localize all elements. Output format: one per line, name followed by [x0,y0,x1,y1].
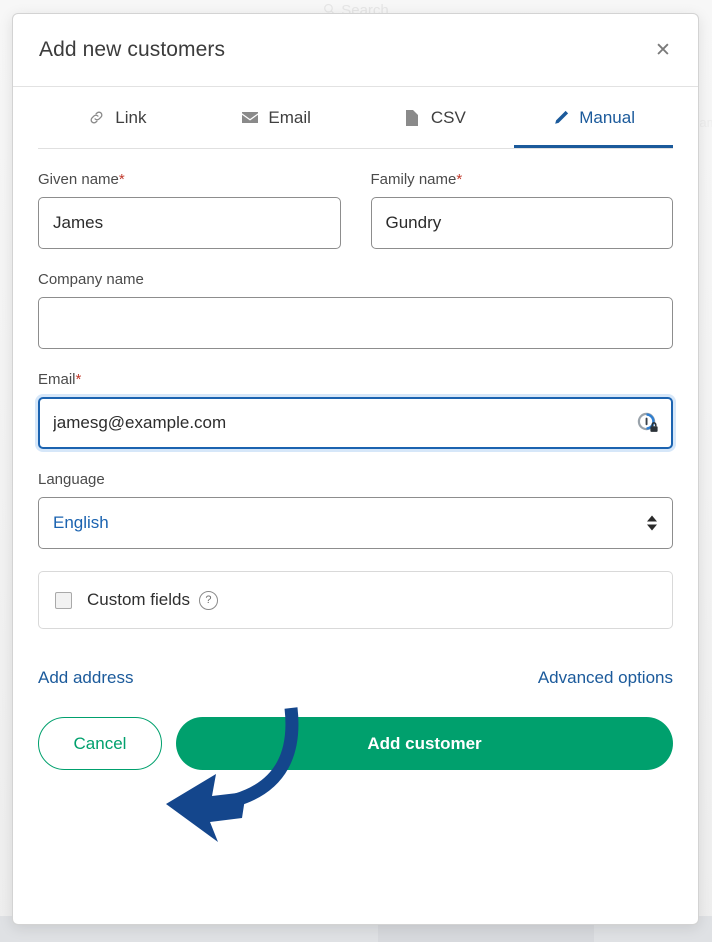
page-title: Add new customers [39,38,226,61]
custom-fields-label: Custom fields [87,590,190,609]
company-name-field-group: Company name [38,271,673,349]
family-name-field-group: Family name* [370,171,673,249]
family-name-input[interactable] [370,197,673,249]
given-name-label: Given name* [38,171,125,188]
envelope-icon [241,109,258,126]
advanced-options-link[interactable]: Advanced options [538,668,673,688]
company-name-input[interactable] [38,297,673,349]
pencil-icon [552,109,569,126]
tab-bar: Link Email CSV Manual [38,87,673,149]
modal-body: Given name* Family name* Company name Em… [13,149,698,770]
language-select[interactable]: English [38,497,673,549]
family-name-label: Family name* [370,171,463,188]
file-icon [404,109,421,126]
tab-link[interactable]: Link [38,87,197,148]
cancel-button[interactable]: Cancel [38,717,162,770]
password-manager-lock-icon[interactable] [637,412,659,434]
company-name-label: Company name [38,271,144,288]
modal-footer: Cancel Add customer [38,717,673,770]
tab-email[interactable]: Email [197,87,356,148]
add-customer-button[interactable]: Add customer [176,717,673,770]
tab-label: Email [268,107,311,127]
tab-manual[interactable]: Manual [514,87,673,148]
links-row: Add address Advanced options [38,668,673,688]
given-name-input[interactable] [38,197,341,249]
custom-fields-panel: Custom fields ? [38,571,673,629]
email-label: Email* [38,371,82,388]
required-marker: * [456,171,463,188]
required-marker: * [75,371,82,388]
tab-label: Link [115,107,147,127]
required-marker: * [118,171,125,188]
link-icon [88,109,105,126]
add-address-link[interactable]: Add address [38,668,133,688]
language-selected-value: English [53,513,109,532]
language-label: Language [38,471,105,488]
tab-label: CSV [430,107,466,127]
custom-fields-checkbox[interactable] [55,591,72,609]
email-input[interactable] [38,397,673,449]
name-row: Given name* Family name* [38,171,673,271]
given-name-field-group: Given name* [38,171,341,249]
question-mark-icon[interactable]: ? [198,590,218,610]
tab-csv[interactable]: CSV [356,87,515,148]
tab-label: Manual [579,107,635,127]
modal-header: Add new customers ✕ [13,14,698,87]
email-field-group: Email* [38,371,673,449]
close-icon[interactable]: ✕ [650,37,676,63]
add-new-customers-modal: Add new customers ✕ Link Email CSV Manua… [12,13,699,925]
language-field-group: Language English [38,471,673,549]
